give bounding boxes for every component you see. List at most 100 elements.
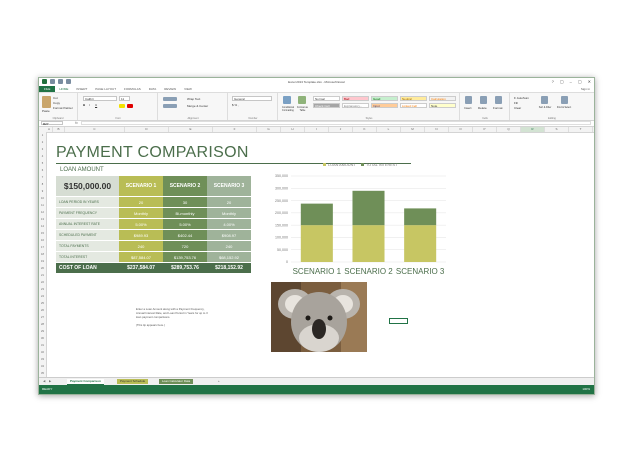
- row-header[interactable]: 19: [39, 258, 46, 265]
- row-header[interactable]: 21: [39, 272, 46, 279]
- row-header[interactable]: 6: [39, 167, 46, 174]
- align-left-icon[interactable]: [163, 104, 177, 108]
- fx-icon[interactable]: fx: [75, 120, 78, 126]
- table-cell[interactable]: 5.00%: [119, 218, 163, 230]
- find-select-icon[interactable]: [561, 96, 568, 104]
- merge-center-button[interactable]: Merge & Center: [187, 104, 208, 108]
- table-cell[interactable]: 720: [163, 240, 207, 252]
- row-header[interactable]: 33: [39, 356, 46, 363]
- row-label[interactable]: PAYMENT FREQUENCY: [56, 207, 119, 219]
- table-cell[interactable]: $87,584.07: [119, 251, 163, 263]
- cell-style-input[interactable]: Input: [371, 103, 398, 108]
- bar-total-interest[interactable]: [352, 190, 385, 226]
- total-cell[interactable]: $289,753.76: [163, 262, 207, 273]
- bar-loan-amount[interactable]: [404, 225, 437, 262]
- row-header[interactable]: 24: [39, 293, 46, 300]
- conditional-formatting-button[interactable]: Conditional Formatting: [280, 106, 296, 112]
- row-header[interactable]: 25: [39, 300, 46, 307]
- conditional-formatting-icon[interactable]: [283, 96, 291, 104]
- table-cell[interactable]: Bi-monthly: [163, 207, 207, 219]
- row-header[interactable]: 14: [39, 223, 46, 230]
- table-cell[interactable]: Monthly: [119, 207, 163, 219]
- bar-loan-amount[interactable]: [352, 225, 385, 262]
- wrap-text-button[interactable]: Wrap Text: [187, 97, 200, 101]
- table-cell[interactable]: 240: [119, 240, 163, 252]
- help-button[interactable]: ?: [552, 79, 554, 84]
- insert-button[interactable]: Insert: [464, 106, 472, 110]
- cell-style-linked-cell[interactable]: Linked Cell: [400, 103, 427, 108]
- row-label[interactable]: ANNUAL INTEREST RATE: [56, 218, 119, 230]
- table-cell[interactable]: $68,152.92: [207, 251, 251, 263]
- italic-button[interactable]: I: [89, 103, 90, 107]
- row-label[interactable]: LOAN PERIOD IN YEARS: [56, 196, 119, 208]
- tab-scroll-right-icon[interactable]: ▶: [49, 379, 51, 383]
- row-header[interactable]: 13: [39, 216, 46, 223]
- sort-filter-button[interactable]: Sort & Filter: [537, 106, 553, 109]
- paste-icon[interactable]: [42, 96, 51, 108]
- cell-style-check-cell[interactable]: Check Cell: [313, 103, 340, 108]
- underline-button[interactable]: U: [95, 103, 97, 107]
- sheet-tab-payment-schedule[interactable]: Payment Schedule: [117, 379, 149, 384]
- row-header[interactable]: 12: [39, 209, 46, 216]
- row-header[interactable]: 10: [39, 195, 46, 202]
- table-cell[interactable]: 4.00%: [207, 218, 251, 230]
- currency-button[interactable]: $ % ,: [232, 103, 239, 107]
- format-as-table-button[interactable]: Format as Table: [296, 106, 309, 112]
- row-label[interactable]: TOTAL PAYMENTS: [56, 240, 119, 252]
- row-header[interactable]: 1: [39, 132, 46, 139]
- table-cell[interactable]: 20: [119, 196, 163, 208]
- total-cell[interactable]: $237,584.07: [119, 262, 163, 273]
- scenario-1-header[interactable]: SCENARIO 1: [119, 176, 163, 197]
- row-header[interactable]: 17: [39, 244, 46, 251]
- sort-filter-icon[interactable]: [541, 96, 548, 104]
- table-cell[interactable]: $989.93: [119, 229, 163, 241]
- total-cell[interactable]: $218,152.92: [207, 262, 251, 273]
- cost-chart[interactable]: 350,000 300,000 250,000 200,000 150,000 100,0…: [261, 160, 451, 285]
- row-header[interactable]: 22: [39, 279, 46, 286]
- cell-style-normal[interactable]: Normal: [313, 96, 340, 101]
- bar-total-interest[interactable]: [300, 203, 333, 226]
- fill-button[interactable]: Fill: [514, 101, 518, 105]
- table-cell[interactable]: Monthly: [207, 207, 251, 219]
- formula-input[interactable]: [81, 121, 591, 125]
- row-header[interactable]: 34: [39, 363, 46, 370]
- row-header[interactable]: 23: [39, 286, 46, 293]
- row-header[interactable]: 18: [39, 251, 46, 258]
- table-cell[interactable]: 20: [207, 196, 251, 208]
- minimize-button[interactable]: –: [570, 79, 572, 84]
- cell-style-bad[interactable]: Bad: [342, 96, 369, 101]
- table-cell[interactable]: $908.97: [207, 229, 251, 241]
- bar-loan-amount[interactable]: [300, 225, 333, 262]
- cost-of-loan-label[interactable]: COST OF LOAN: [56, 262, 119, 273]
- paste-button[interactable]: Paste: [42, 109, 50, 113]
- scenario-2-header[interactable]: SCENARIO 2: [163, 176, 207, 197]
- font-color-icon[interactable]: [127, 104, 133, 108]
- maximize-button[interactable]: ▢: [578, 79, 582, 84]
- clear-button[interactable]: Clear: [514, 106, 521, 110]
- row-header[interactable]: 5: [39, 160, 46, 167]
- ribbon-options-button[interactable]: ▢: [560, 79, 564, 84]
- copy-button[interactable]: Copy: [53, 101, 60, 105]
- row-header[interactable]: 15: [39, 230, 46, 237]
- table-cell[interactable]: $402.44: [163, 229, 207, 241]
- row-header[interactable]: 31: [39, 342, 46, 349]
- fill-color-icon[interactable]: [119, 104, 125, 108]
- row-header[interactable]: 2: [39, 139, 46, 146]
- row-header[interactable]: 3: [39, 146, 46, 153]
- row-header[interactable]: 20: [39, 265, 46, 272]
- row-header[interactable]: 11: [39, 202, 46, 209]
- row-header[interactable]: 29: [39, 328, 46, 335]
- row-header[interactable]: 26: [39, 307, 46, 314]
- cell-style-explanatory[interactable]: Explanatory...: [342, 103, 369, 108]
- font-name-select[interactable]: Calibri: [83, 96, 117, 101]
- row-header[interactable]: 4: [39, 153, 46, 160]
- bar-total-interest[interactable]: [404, 208, 437, 226]
- table-cell[interactable]: $139,753.76: [163, 251, 207, 263]
- row-header[interactable]: 32: [39, 349, 46, 356]
- table-cell[interactable]: 240: [207, 240, 251, 252]
- delete-button[interactable]: Delete: [478, 106, 487, 110]
- name-box[interactable]: R27: [41, 121, 63, 126]
- zoom-level[interactable]: 100%: [582, 387, 590, 391]
- format-painter-button[interactable]: Format Painter: [53, 106, 73, 110]
- close-button[interactable]: ✕: [588, 79, 591, 84]
